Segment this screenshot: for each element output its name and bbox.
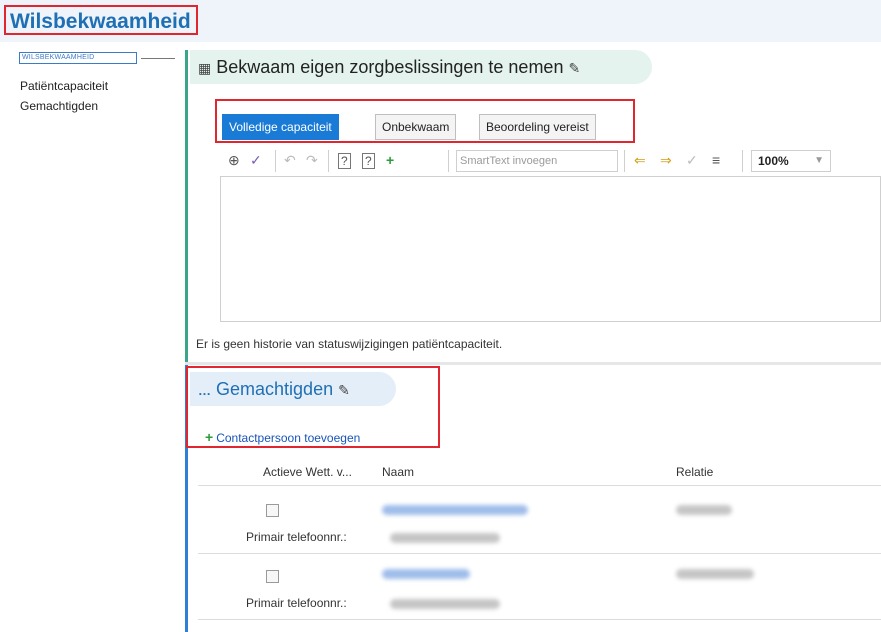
people-icon: …	[198, 383, 211, 398]
nav-connector-line	[141, 58, 175, 59]
text-editor[interactable]	[220, 176, 881, 322]
nav-item-wilsbekwaamheid[interactable]: WILSBEKWAAMHEID	[19, 52, 137, 64]
help-list-icon[interactable]: ?	[362, 153, 375, 169]
phone-label: Primair telefoonnr.:	[246, 530, 347, 544]
list-edit-icon[interactable]: ≡	[712, 152, 720, 168]
left-nav	[0, 42, 182, 632]
undo-icon[interactable]: ↶	[284, 152, 296, 169]
redacted-relation	[676, 569, 754, 579]
table-row: Primair telefoonnr.:	[198, 488, 881, 554]
column-header-name[interactable]: Naam	[382, 465, 414, 479]
tab-onbekwaam[interactable]: Onbekwaam	[375, 114, 457, 140]
section-divider	[185, 362, 881, 365]
table-header: Actieve Wett. v... Naam Relatie	[198, 456, 881, 486]
authorized-section-title-text: Gemachtigden	[216, 379, 334, 399]
nav-item-patientcapaciteit[interactable]: Patiëntcapaciteit	[20, 79, 108, 93]
pencil-icon[interactable]: ✎	[338, 382, 350, 398]
add-icon[interactable]: +	[386, 152, 394, 168]
capacity-section-title-text: Bekwaam eigen zorgbeslissingen te nemen	[216, 57, 564, 77]
redacted-phone	[390, 533, 500, 543]
toolbar-separator	[448, 150, 449, 172]
toolbar-separator	[328, 150, 329, 172]
arrow-right-icon[interactable]: ⇒	[660, 152, 672, 169]
checkmark-icon[interactable]: ✓	[686, 152, 698, 169]
arrow-left-icon[interactable]: ⇐	[634, 152, 646, 169]
active-checkbox[interactable]	[266, 504, 279, 517]
help-icon[interactable]: ?	[338, 153, 351, 169]
zoom-in-icon[interactable]: ⊕	[228, 152, 240, 169]
redo-icon[interactable]: ↷	[306, 152, 318, 169]
toolbar-separator	[275, 150, 276, 172]
column-header-active[interactable]: Actieve Wett. v...	[263, 465, 352, 479]
plus-icon: +	[205, 429, 214, 445]
nav-item-gemachtigden[interactable]: Gemachtigden	[20, 99, 98, 113]
table-row: Primair telefoonnr.:	[198, 554, 881, 620]
active-checkbox[interactable]	[266, 570, 279, 583]
pencil-icon[interactable]: ✎	[568, 60, 580, 76]
column-header-relation[interactable]: Relatie	[676, 465, 713, 479]
page-title: Wilsbekwaamheid	[4, 5, 198, 35]
smarttext-input[interactable]: SmartText invoegen	[456, 150, 618, 172]
tab-volledige-capaciteit[interactable]: Volledige capaciteit	[222, 114, 339, 140]
toolbar-separator	[742, 150, 743, 172]
toolbar-separator	[624, 150, 625, 172]
redacted-name[interactable]	[382, 505, 528, 515]
authorized-section-title: … Gemachtigden ✎	[198, 379, 350, 400]
add-contact-link[interactable]: + Contactpersoon toevoegen	[205, 429, 360, 445]
zoom-select[interactable]: 100% ▼	[751, 150, 831, 172]
redacted-name[interactable]	[382, 569, 470, 579]
zoom-value: 100%	[758, 154, 789, 168]
capacity-section-title: ▦ Bekwaam eigen zorgbeslissingen te neme…	[198, 57, 580, 78]
spellcheck-icon[interactable]: ✓	[250, 152, 262, 169]
tab-beoordeling-vereist[interactable]: Beoordeling vereist	[479, 114, 596, 140]
history-text: Er is geen historie van statuswijziginge…	[196, 337, 503, 351]
phone-label: Primair telefoonnr.:	[246, 596, 347, 610]
editor-toolbar: ⊕ ✓ ↶ ↷ ? ? + SmartText invoegen ⇐ ⇒ ✓ ≡…	[220, 146, 881, 176]
add-contact-label: Contactpersoon toevoegen	[216, 431, 361, 445]
redacted-phone	[390, 599, 500, 609]
redacted-relation	[676, 505, 732, 515]
form-icon: ▦	[198, 60, 212, 76]
chevron-down-icon: ▼	[814, 155, 824, 166]
